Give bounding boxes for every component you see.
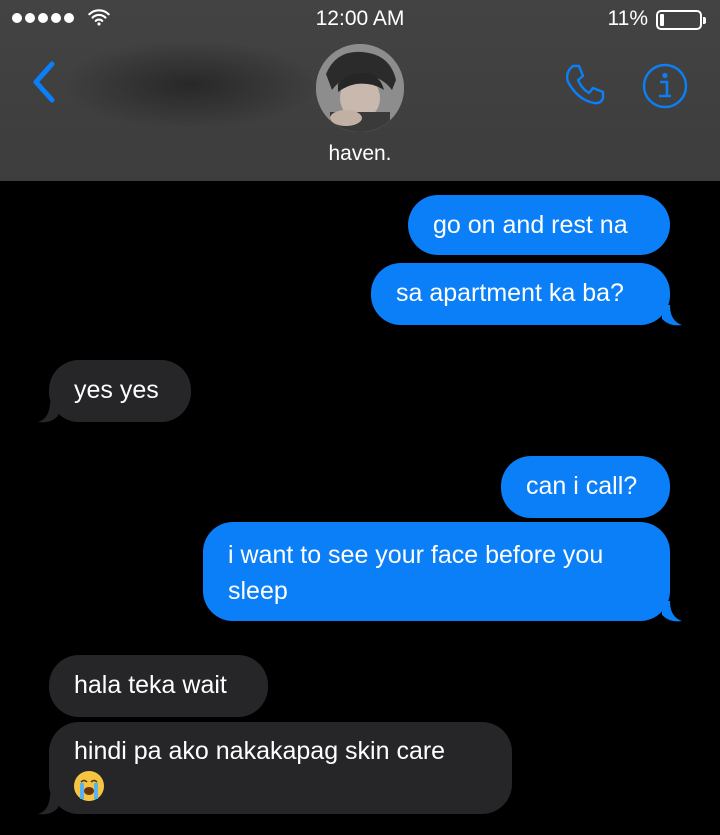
message-text: hindi pa ako nakakapag skin care — [74, 737, 446, 765]
contact-name[interactable]: haven. — [0, 142, 720, 166]
message-text: go on and rest na — [433, 211, 628, 239]
message-text: sa apartment ka ba? — [396, 279, 624, 307]
bubble-tail — [662, 601, 682, 622]
message-text: can i call? — [526, 472, 638, 500]
sent-message-bubble[interactable]: i want to see your face before you sleep — [203, 522, 670, 621]
sent-message-bubble[interactable]: sa apartment ka ba? — [371, 263, 670, 325]
sent-message-bubble[interactable]: can i call? — [501, 456, 670, 518]
received-message-bubble[interactable]: hala teka wait — [49, 655, 268, 717]
back-chevron-icon[interactable] — [28, 60, 60, 104]
messages-screen: 12:00 AM 11% haven. go on and rest na sa… — [0, 0, 720, 835]
message-text: hala teka wait — [74, 671, 227, 699]
received-message-bubble[interactable]: yes yes — [49, 360, 191, 422]
message-thread[interactable]: go on and rest na sa apartment ka ba? ye… — [0, 181, 720, 835]
message-text: yes yes — [74, 376, 159, 404]
loudly-crying-face-emoji — [74, 771, 104, 802]
battery-percent: 11% — [607, 7, 648, 30]
bubble-tail — [38, 402, 58, 423]
bubble-tail — [662, 305, 682, 326]
battery-icon — [656, 10, 706, 30]
bubble-tail — [38, 794, 58, 815]
phone-icon[interactable] — [561, 60, 609, 108]
info-icon[interactable] — [641, 62, 689, 110]
received-message-bubble[interactable]: hindi pa ako nakakapag skin care — [49, 722, 512, 814]
message-text: i want to see your face before you sleep — [228, 541, 604, 605]
sent-message-bubble[interactable]: go on and rest na — [408, 195, 670, 255]
status-bar: 12:00 AM 11% — [0, 0, 720, 40]
avatar[interactable] — [316, 44, 404, 132]
conversation-header: 12:00 AM 11% haven. — [0, 0, 720, 181]
